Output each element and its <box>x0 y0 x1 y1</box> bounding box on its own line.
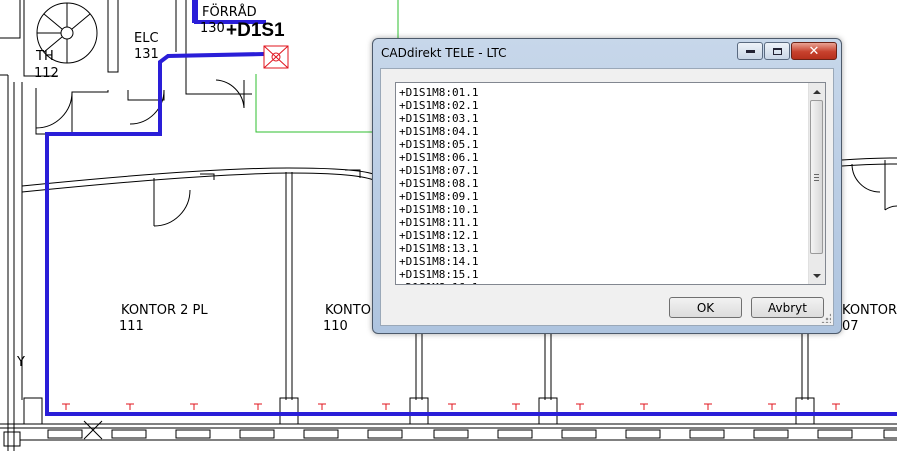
listbox-items: +D1S1M8:01.1 +D1S1M8:02.1 +D1S1M8:03.1 +D1S… <box>396 86 808 284</box>
room-number-th: 112 <box>34 66 59 81</box>
maximize-button[interactable] <box>764 42 790 60</box>
maximize-icon <box>772 47 782 55</box>
scroll-up-button[interactable] <box>809 83 825 100</box>
list-item[interactable]: +D1S1M8:04.1 <box>396 125 808 138</box>
grip-icon <box>814 173 819 181</box>
marker-label: +D1S1 <box>226 20 285 41</box>
list-item[interactable]: +D1S1M8:15.1 <box>396 268 808 281</box>
list-item[interactable]: +D1S1M8:11.1 <box>396 216 808 229</box>
dialog-titlebar[interactable]: CADdirekt TELE - LTC ✕ <box>373 39 841 67</box>
room-name-th: TH <box>35 49 54 64</box>
item-listbox[interactable]: +D1S1M8:01.1 +D1S1M8:02.1 +D1S1M8:03.1 +D1S… <box>395 82 826 285</box>
close-button[interactable]: ✕ <box>791 42 837 60</box>
room-name-forrad: FÖRRÅD <box>202 3 257 20</box>
cancel-button[interactable]: Avbryt <box>751 297 824 318</box>
room-number-kontor-right: 07 <box>842 319 859 334</box>
room-name-kontor-111: KONTOR 2 PL <box>121 303 208 318</box>
close-icon: ✕ <box>808 43 820 59</box>
list-item[interactable]: +D1S1M8:10.1 <box>396 203 808 216</box>
room-number-kontor-110: 110 <box>323 319 348 334</box>
axis-y-glyph: Y <box>16 355 25 370</box>
minimize-icon <box>745 49 755 53</box>
room-name-kontor-right: KONTOR <box>842 303 897 318</box>
dialog-client-area: +D1S1M8:01.1 +D1S1M8:02.1 +D1S1M8:03.1 +D1S… <box>380 68 834 326</box>
list-item[interactable]: +D1S1M8:02.1 <box>396 99 808 112</box>
list-item[interactable]: +D1S1M8:01.1 <box>396 86 808 99</box>
scrollbar-thumb[interactable] <box>810 100 823 254</box>
dialog-title: CADdirekt TELE - LTC <box>381 46 507 60</box>
list-item[interactable]: +D1S1M8:07.1 <box>396 164 808 177</box>
scroll-down-button[interactable] <box>809 267 825 284</box>
list-item[interactable]: +D1S1M8:12.1 <box>396 229 808 242</box>
list-item[interactable]: +D1S1M8:03.1 <box>396 112 808 125</box>
caddirekt-dialog: CADdirekt TELE - LTC ✕ +D1S1M8:01.1 +D1S1… <box>372 38 842 334</box>
list-item[interactable]: +D1S1M8:09.1 <box>396 190 808 203</box>
room-number-elc: 131 <box>134 47 159 62</box>
list-item[interactable]: +D1S1M8:08.1 <box>396 177 808 190</box>
arrow-down-icon <box>813 273 821 278</box>
room-number-forrad: 130 <box>200 21 225 36</box>
room-name-kontor-110: KONTO <box>325 303 371 318</box>
room-name-elc: ELC <box>134 31 159 46</box>
room-number-kontor-111: 111 <box>119 319 144 334</box>
vertical-scrollbar[interactable] <box>808 83 825 284</box>
list-item[interactable]: +D1S1M8:13.1 <box>396 242 808 255</box>
list-item[interactable]: +D1S1M8:06.1 <box>396 151 808 164</box>
arrow-up-icon <box>813 89 821 94</box>
minimize-button[interactable] <box>737 42 763 60</box>
ok-button[interactable]: OK <box>669 297 742 318</box>
list-item[interactable]: +D1S1M8:14.1 <box>396 255 808 268</box>
list-item[interactable]: +D1S1M8:05.1 <box>396 138 808 151</box>
list-item[interactable]: +D1S1M8:16.1 <box>396 281 808 284</box>
